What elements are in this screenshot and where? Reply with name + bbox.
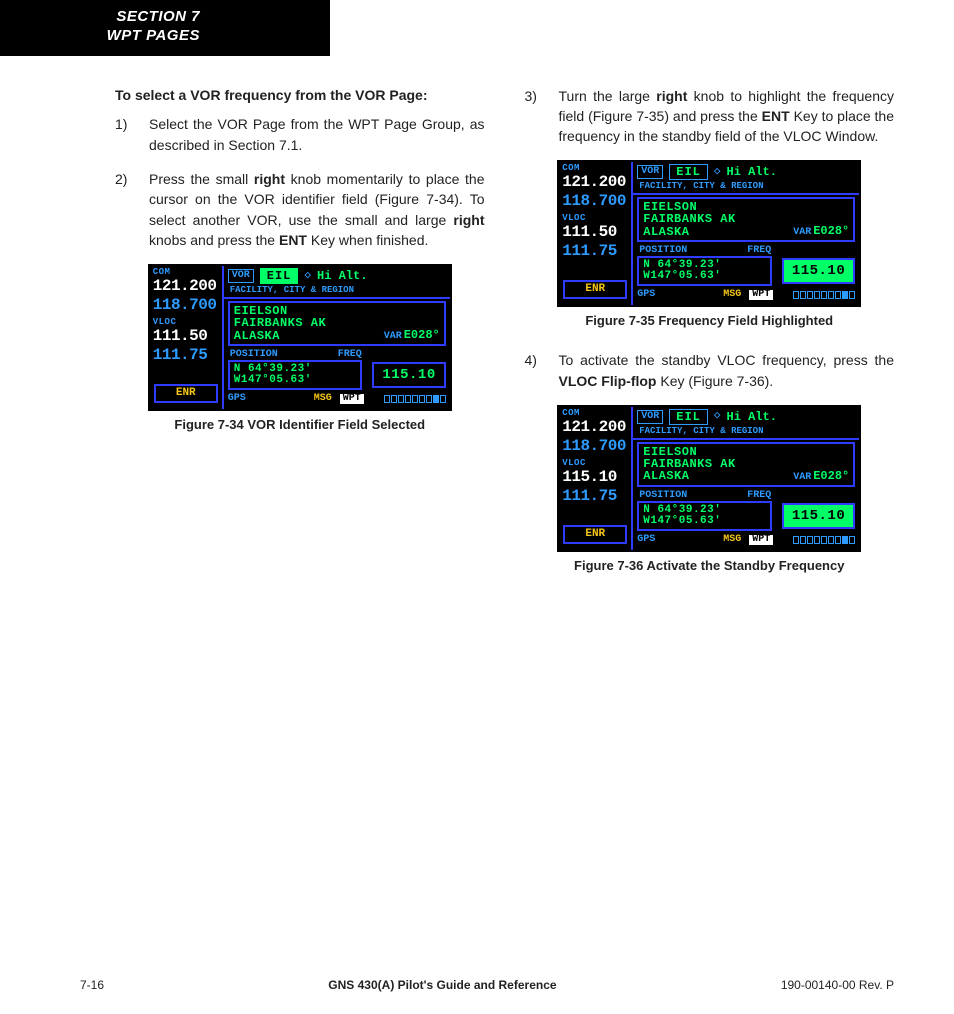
section-number: SECTION 7 bbox=[40, 8, 310, 27]
procedure-heading: To select a VOR frequency from the VOR P… bbox=[115, 86, 485, 105]
figure-34: COM 121.200 118.700 VLOC 111.50 111.75 E… bbox=[115, 264, 485, 432]
vor-symbol-icon: ◇ bbox=[714, 411, 721, 422]
vloc-active-new: 115.10 bbox=[559, 468, 631, 488]
page-footer: 7-16 GNS 430(A) Pilot's Guide and Refere… bbox=[0, 978, 954, 992]
wpt-tag: WPT bbox=[340, 394, 364, 404]
com-active: 121.200 bbox=[150, 277, 222, 297]
freq-header: FREQ bbox=[338, 350, 362, 360]
content-columns: To select a VOR frequency from the VOR P… bbox=[0, 56, 954, 595]
vloc-label: VLOC bbox=[150, 316, 222, 327]
var-value: E028° bbox=[404, 328, 440, 342]
ident-field-selected: EIL bbox=[260, 268, 299, 284]
freq-value-selected: 115.10 bbox=[782, 258, 855, 284]
facility-region: ALASKA bbox=[234, 330, 280, 342]
step-4: To activate the standby VLOC frequency, … bbox=[525, 350, 895, 391]
figure-35: COM 121.200 118.700 VLOC 111.50 111.75 E… bbox=[525, 160, 895, 328]
gps-screen-36: COM 121.200 118.700 VLOC 115.10 111.75 E… bbox=[557, 405, 861, 552]
vor-class: Hi Alt. bbox=[317, 270, 367, 282]
gps-screen-34: COM 121.200 118.700 VLOC 111.50 111.75 E… bbox=[148, 264, 452, 411]
figure-36: COM 121.200 118.700 VLOC 115.10 111.75 E… bbox=[525, 405, 895, 573]
figure-36-caption: Figure 7-36 Activate the Standby Frequen… bbox=[525, 558, 895, 573]
com-standby: 118.700 bbox=[150, 297, 222, 316]
vloc-active: 111.50 bbox=[150, 327, 222, 347]
position-header: POSITION bbox=[230, 350, 278, 360]
step-2: Press the small right knob momentarily t… bbox=[115, 169, 485, 250]
gps-screen-35: COM 121.200 118.700 VLOC 111.50 111.75 E… bbox=[557, 160, 861, 307]
page-number: 7-16 bbox=[80, 978, 104, 992]
vloc-standby: 111.75 bbox=[150, 347, 222, 366]
vor-tag: VOR bbox=[228, 269, 254, 283]
right-column: Turn the large right knob to highlight t… bbox=[525, 86, 895, 595]
ident-field: EIL bbox=[669, 164, 708, 180]
page-indicator bbox=[384, 395, 446, 403]
vor-symbol-icon: ◇ bbox=[304, 271, 311, 282]
facility-header: FACILITY, CITY & REGION bbox=[224, 286, 450, 299]
com-label: COM bbox=[150, 266, 222, 277]
step-1: Select the VOR Page from the WPT Page Gr… bbox=[115, 114, 485, 155]
enr-indicator: ENR bbox=[154, 384, 218, 403]
section-header: SECTION 7 WPT PAGES bbox=[0, 0, 330, 56]
left-column: To select a VOR frequency from the VOR P… bbox=[115, 86, 485, 595]
figure-35-caption: Figure 7-35 Frequency Field Highlighted bbox=[525, 313, 895, 328]
msg-annunciator: MSG bbox=[314, 394, 332, 404]
freq-value: 115.10 bbox=[372, 362, 445, 388]
longitude: W147°05.63' bbox=[234, 375, 357, 386]
gps-label: GPS bbox=[228, 394, 246, 404]
section-title: WPT PAGES bbox=[40, 27, 310, 46]
steps-right: Turn the large right knob to highlight t… bbox=[525, 86, 895, 147]
doc-title: GNS 430(A) Pilot's Guide and Reference bbox=[328, 978, 556, 992]
var-label: VAR bbox=[384, 331, 402, 342]
doc-revision: 190-00140-00 Rev. P bbox=[781, 978, 894, 992]
vor-symbol-icon: ◇ bbox=[714, 167, 721, 178]
steps-right-2: To activate the standby VLOC frequency, … bbox=[525, 350, 895, 391]
steps-left: Select the VOR Page from the WPT Page Gr… bbox=[115, 114, 485, 250]
freq-value-selected: 115.10 bbox=[782, 503, 855, 529]
step-3: Turn the large right knob to highlight t… bbox=[525, 86, 895, 147]
figure-34-caption: Figure 7-34 VOR Identifier Field Selecte… bbox=[115, 417, 485, 432]
